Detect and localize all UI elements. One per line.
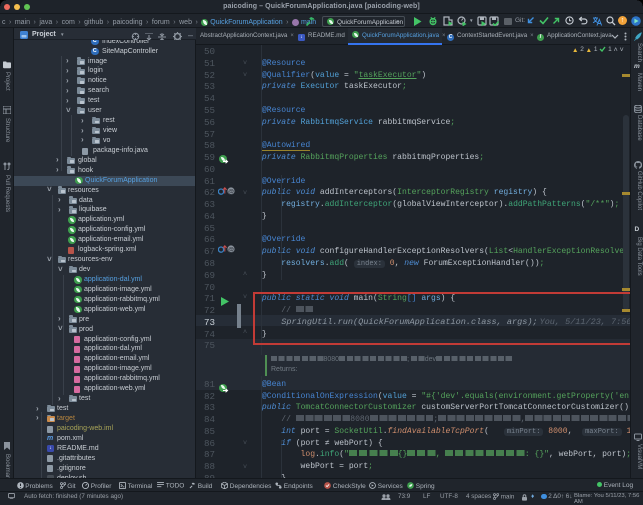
svg-text:@: @	[228, 248, 234, 254]
svg-text:@: @	[228, 189, 234, 195]
